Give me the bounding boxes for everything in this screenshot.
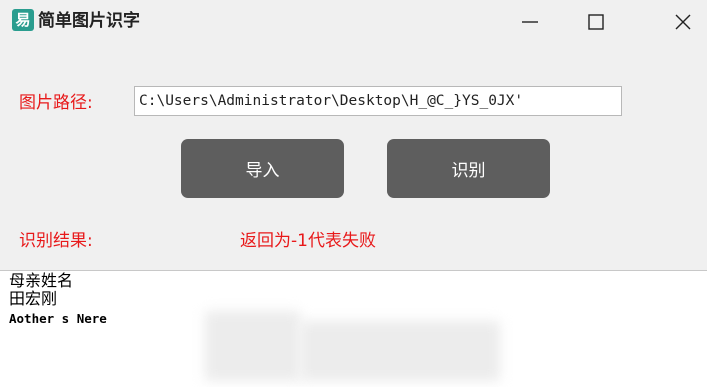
maximize-button[interactable] xyxy=(573,0,619,44)
output-line: 母亲姓名 xyxy=(9,271,74,290)
app-logo-icon: 易 xyxy=(12,9,34,31)
app-window: 易 简单图片识字 图片路径: 导入 识别 识别结果: 返回为-1代表失败 母亲姓… xyxy=(0,0,707,387)
output-line: 田宏刚 xyxy=(9,289,58,308)
image-path-label: 图片路径: xyxy=(19,93,93,113)
blurred-region xyxy=(205,311,300,381)
title-bar[interactable]: 易 简单图片识字 xyxy=(0,0,707,44)
close-button[interactable] xyxy=(660,0,706,44)
result-label: 识别结果: xyxy=(19,231,93,251)
result-status-text: 返回为-1代表失败 xyxy=(240,231,376,251)
minimize-button[interactable] xyxy=(507,0,553,44)
maximize-icon xyxy=(588,14,604,30)
image-path-input[interactable] xyxy=(134,86,622,116)
close-icon xyxy=(675,14,691,30)
window-title: 简单图片识字 xyxy=(38,11,140,31)
recognize-button[interactable]: 识别 xyxy=(387,139,550,198)
output-line: Aother s Nere xyxy=(9,311,107,326)
output-text-area[interactable]: 母亲姓名 田宏刚 Aother s Nere xyxy=(0,270,707,387)
blurred-region xyxy=(300,321,500,381)
import-button[interactable]: 导入 xyxy=(181,139,344,198)
minimize-icon xyxy=(522,21,538,23)
